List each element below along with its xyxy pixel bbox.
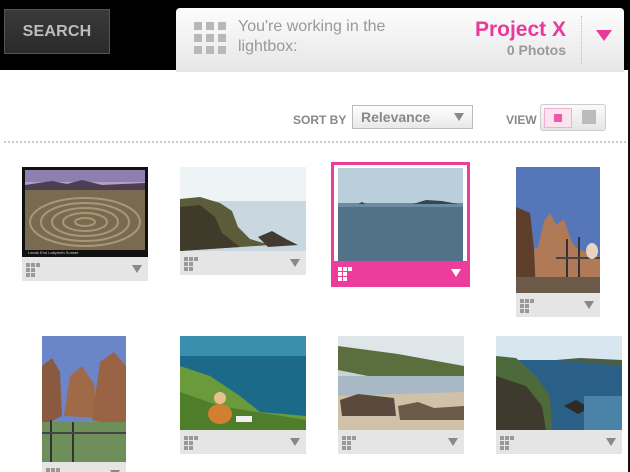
photo-tile-selected[interactable] xyxy=(331,162,470,287)
add-to-lightbox-icon[interactable] xyxy=(26,263,40,277)
tile-toolbar xyxy=(180,430,306,454)
photo-thumbnail-sea-horizon[interactable] xyxy=(338,168,463,261)
chevron-down-icon[interactable] xyxy=(132,265,142,273)
photo-tile[interactable] xyxy=(338,336,464,454)
photo-thumbnail-rock-pillars[interactable] xyxy=(42,336,126,462)
add-to-lightbox-icon[interactable] xyxy=(184,257,198,271)
chevron-down-icon[interactable] xyxy=(290,259,300,267)
chevron-down-icon[interactable] xyxy=(451,269,461,277)
photo-thumbnail-labyrinth[interactable]: Lands End Labyrinth Sunset xyxy=(22,167,148,257)
view-toggle xyxy=(540,104,606,131)
photo-thumbnail-shipwreck-beach[interactable] xyxy=(338,336,464,430)
sort-by-label: SORT BY xyxy=(293,113,347,127)
photo-tile[interactable] xyxy=(180,167,306,275)
panel-divider xyxy=(581,16,582,64)
large-square-icon xyxy=(582,110,596,124)
tile-toolbar xyxy=(334,261,467,284)
photo-thumbnail-coast-rocks[interactable] xyxy=(180,167,306,251)
view-label: VIEW xyxy=(506,113,537,127)
tile-toolbar xyxy=(496,430,622,454)
photo-count: 0 Photos xyxy=(506,42,566,58)
tile-toolbar xyxy=(180,251,306,275)
small-thumbnails-view-button[interactable] xyxy=(544,108,572,128)
photo-tile[interactable] xyxy=(42,336,126,472)
photo-tile[interactable] xyxy=(516,167,600,317)
tile-toolbar xyxy=(516,293,600,317)
lightbox-panel[interactable]: You're working in the lightbox: Project … xyxy=(176,8,624,72)
chevron-down-icon[interactable] xyxy=(448,438,458,446)
chevron-down-icon[interactable] xyxy=(290,438,300,446)
project-name[interactable]: Project X xyxy=(475,18,566,42)
add-to-lightbox-icon[interactable] xyxy=(520,299,534,313)
photo-thumbnail-person-sitting-coast[interactable] xyxy=(180,336,306,430)
chevron-down-icon[interactable] xyxy=(584,301,594,309)
photo-tile[interactable]: Lands End Labyrinth Sunset xyxy=(22,167,148,281)
photo-tile[interactable] xyxy=(180,336,306,454)
add-to-lightbox-icon[interactable] xyxy=(342,436,356,450)
tile-toolbar xyxy=(338,430,464,454)
tile-toolbar xyxy=(22,257,148,281)
add-to-lightbox-icon[interactable] xyxy=(184,436,198,450)
grid-icon xyxy=(194,22,226,54)
tile-toolbar xyxy=(42,462,126,472)
search-button[interactable]: SEARCH xyxy=(4,9,110,54)
chevron-down-icon[interactable] xyxy=(596,30,612,41)
sort-select[interactable]: Relevance xyxy=(352,105,473,129)
chevron-down-icon xyxy=(454,113,464,121)
photo-thumbnail-cliff-people[interactable] xyxy=(516,167,600,293)
photo-caption: Lands End Labyrinth Sunset xyxy=(28,250,79,255)
add-to-lightbox-icon[interactable] xyxy=(338,267,352,281)
photo-thumbnail-rocky-inlet[interactable] xyxy=(496,336,622,430)
sort-select-value: Relevance xyxy=(361,109,431,125)
lightbox-label: You're working in the lightbox: xyxy=(238,18,386,55)
photo-tile[interactable] xyxy=(496,336,622,454)
large-thumbnails-view-button[interactable] xyxy=(575,108,603,128)
small-square-icon xyxy=(554,114,562,122)
divider xyxy=(4,141,626,143)
add-to-lightbox-icon[interactable] xyxy=(500,436,514,450)
add-to-lightbox-icon[interactable] xyxy=(46,468,60,472)
chevron-down-icon[interactable] xyxy=(606,438,616,446)
